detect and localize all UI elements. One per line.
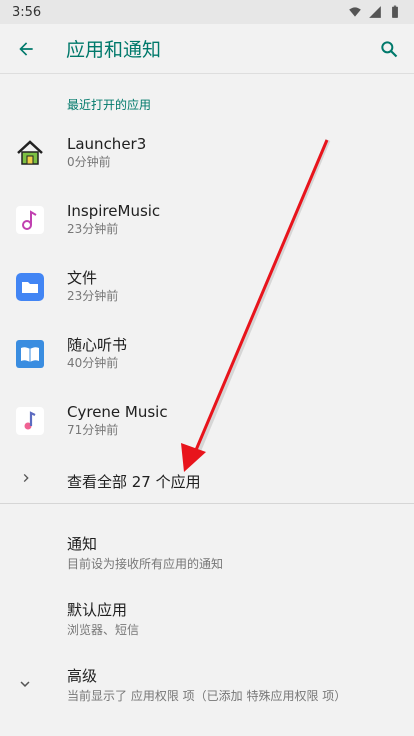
- house-icon: [14, 137, 46, 169]
- app-item-files[interactable]: 文件 23分钟前: [0, 254, 414, 320]
- see-all-apps-button[interactable]: 查看全部 27 个应用: [0, 458, 414, 502]
- app-last-used: 23分钟前: [67, 222, 119, 236]
- back-button[interactable]: [0, 24, 52, 74]
- search-icon: [381, 40, 398, 57]
- setting-title: 通知: [67, 535, 98, 553]
- app-last-used: 23分钟前: [67, 289, 119, 303]
- setting-subtitle: 目前设为接收所有应用的通知: [67, 557, 224, 571]
- app-last-used: 0分钟前: [67, 155, 111, 169]
- setting-title: 高级: [67, 667, 98, 685]
- app-item-launcher3[interactable]: Launcher3 0分钟前: [0, 120, 414, 186]
- status-time: 3:56: [12, 4, 42, 20]
- app-name: 随心听书: [67, 336, 128, 354]
- app-name: Launcher3: [67, 135, 147, 153]
- search-button[interactable]: [364, 24, 414, 74]
- signal-icon: [369, 6, 381, 18]
- app-name: InspireMusic: [67, 202, 161, 220]
- setting-title: 默认应用: [67, 601, 128, 619]
- battery-icon: [392, 5, 398, 18]
- app-item-inspiremusic[interactable]: InspireMusic 23分钟前: [0, 187, 414, 253]
- setting-notifications[interactable]: 通知 目前设为接收所有应用的通知: [0, 535, 414, 597]
- app-item-audiobook[interactable]: 随心听书 40分钟前: [0, 321, 414, 387]
- book-icon: [14, 338, 46, 370]
- chevron-down-icon: [20, 681, 30, 687]
- setting-subtitle: 当前显示了 应用权限 项（已添加 特殊应用权限 项）: [67, 689, 347, 703]
- see-all-apps-label: 查看全部 27 个应用: [67, 473, 201, 491]
- app-bar: 应用和通知: [0, 24, 414, 74]
- recent-apps-header: 最近打开的应用: [67, 98, 152, 112]
- setting-default-apps[interactable]: 默认应用 浏览器、短信: [0, 601, 414, 663]
- page-title: 应用和通知: [66, 39, 162, 61]
- setting-subtitle: 浏览器、短信: [67, 623, 140, 637]
- wifi-icon: [349, 7, 361, 17]
- status-icons: [348, 5, 402, 19]
- app-last-used: 40分钟前: [67, 356, 119, 370]
- music-note-icon: [14, 405, 46, 437]
- app-name: Cyrene Music: [67, 403, 168, 421]
- app-last-used: 71分钟前: [67, 423, 119, 437]
- folder-icon: [14, 271, 46, 303]
- setting-advanced[interactable]: 高级 当前显示了 应用权限 项（已添加 特殊应用权限 项）: [0, 667, 414, 729]
- app-name: 文件: [67, 269, 98, 287]
- app-item-cyrene-music[interactable]: Cyrene Music 71分钟前: [0, 388, 414, 454]
- music-note-icon: [14, 204, 46, 236]
- arrow-back-icon: [19, 41, 33, 56]
- chevron-right-icon: [23, 474, 29, 482]
- section-divider: [0, 503, 414, 504]
- status-bar: 3:56: [0, 0, 414, 24]
